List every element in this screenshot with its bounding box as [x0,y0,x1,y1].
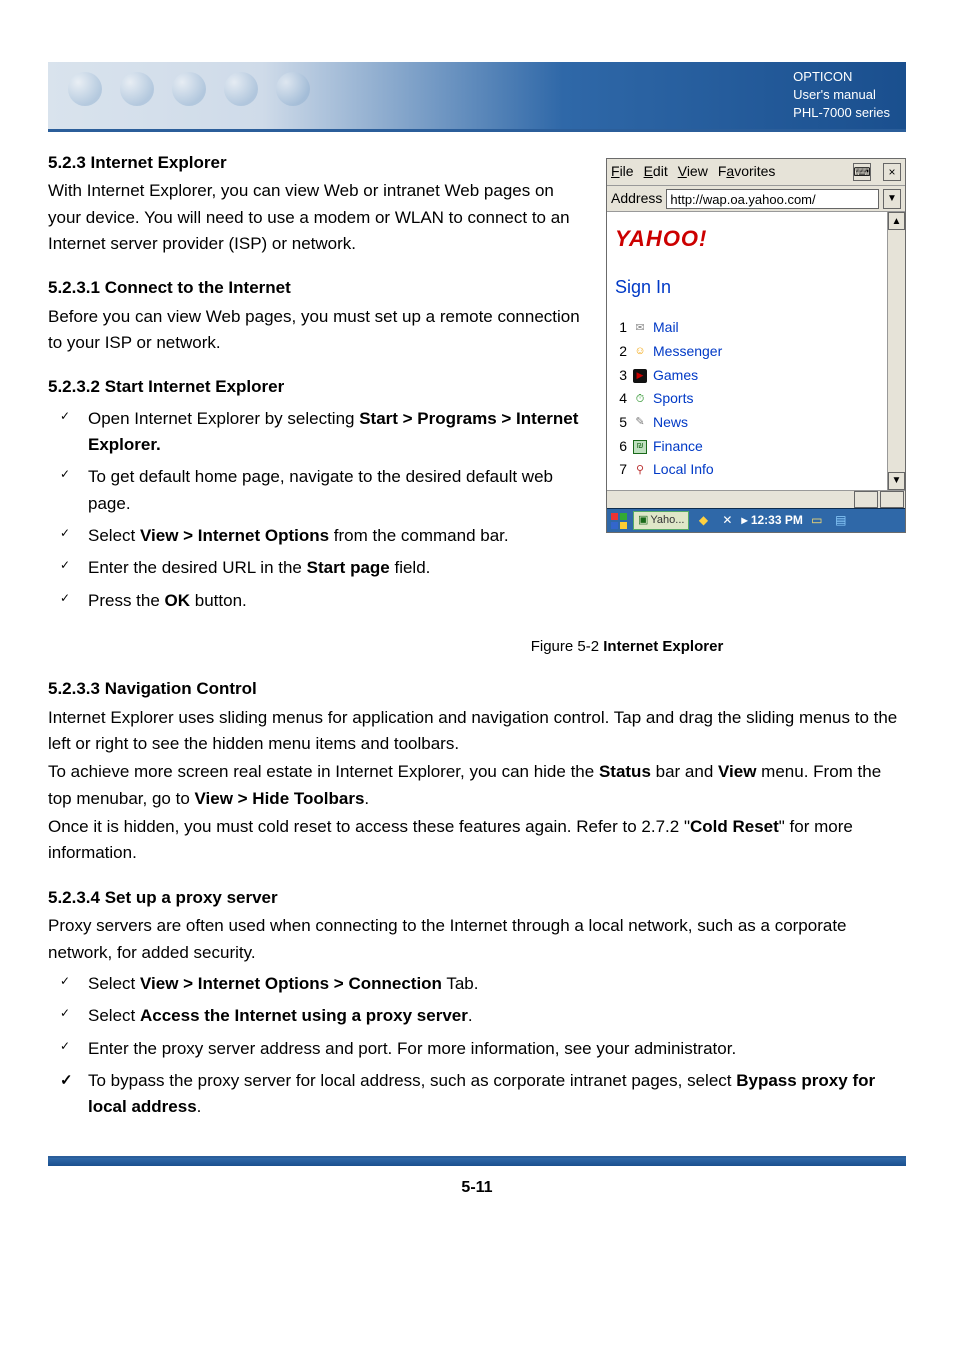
menu-file[interactable]: File [611,161,634,183]
para-5-2-3-3a: Internet Explorer uses sliding menus for… [48,705,906,758]
keyboard-icon[interactable]: ⌨ [853,163,871,181]
para-5-2-3-3b: To achieve more screen real estate in In… [48,759,906,812]
figure-caption: Figure 5-2 Internet Explorer [48,635,906,658]
menu-favorites[interactable]: Favorites [718,161,776,183]
page-number: 5-11 [48,1176,906,1201]
link-number: 1 [615,317,627,339]
brand-line3: PHL-7000 series [793,104,890,122]
list-item: Select View > Internet Options > Connect… [60,968,906,1000]
para-5-2-3-3c: Once it is hidden, you must cold reset t… [48,814,906,867]
heading-5-2-3-4: 5.2.3.4 Set up a proxy server [48,885,906,911]
link-number: 3 [615,365,627,387]
messenger-icon: ☺ [633,345,647,359]
menu-edit[interactable]: Edit [644,161,668,183]
link-label: Games [653,365,698,387]
list-item: To get default home page, navigate to th… [60,461,906,520]
menu-fav-label: vorites [734,163,775,179]
menu-view[interactable]: View [678,161,708,183]
link-label: Messenger [653,341,722,363]
list-5-2-3-4: Select View > Internet Options > Connect… [60,968,906,1124]
yahoo-link-item[interactable]: 3 ▶ Games [615,364,879,388]
menu-view-label: iew [687,163,708,179]
signin-link[interactable]: Sign In [615,274,879,302]
header-banner: OPTICON User's manual PHL-7000 series [48,62,906,132]
list-item: Enter the desired URL in the Start page … [60,552,906,584]
close-icon[interactable]: × [883,163,901,181]
list-item: Select View > Internet Options from the … [60,520,906,552]
heading-5-2-3-3: 5.2.3.3 Navigation Control [48,676,906,702]
address-input[interactable]: http://wap.oa.yahoo.com/ [666,189,879,209]
yahoo-logo: YAHOO! [615,222,879,256]
list-item: Press the OK button. [60,585,906,617]
yahoo-link-item[interactable]: 2 ☺ Messenger [615,340,879,364]
list-item: Enter the proxy server address and port.… [60,1033,906,1065]
para-5-2-3-4: Proxy servers are often used when connec… [48,913,906,966]
address-label: Address [611,188,662,210]
device-menubar: File Edit View Favorites ⌨ × [607,159,905,186]
mail-icon: ✉ [633,321,647,335]
menu-edit-label: dit [653,163,668,179]
device-addressbar: Address http://wap.oa.yahoo.com/ ▼ [607,186,905,213]
link-label: Mail [653,317,679,339]
header-brand-block: OPTICON User's manual PHL-7000 series [793,68,890,123]
list-item: Open Internet Explorer by selecting Star… [60,403,906,462]
menu-file-label: ile [620,163,634,179]
header-graphic [48,62,330,116]
brand-line1: OPTICON [793,68,890,86]
link-number: 2 [615,341,627,363]
list-item: Select Access the Internet using a proxy… [60,1000,906,1032]
yahoo-link-item[interactable]: 1 ✉ Mail [615,316,879,340]
games-icon: ▶ [633,369,647,383]
footer-band [48,1156,906,1166]
list-5-2-3-2: Open Internet Explorer by selecting Star… [60,403,906,617]
brand-line2: User's manual [793,86,890,104]
scroll-up-icon[interactable]: ▲ [888,212,905,230]
list-item: To bypass the proxy server for local add… [60,1065,906,1124]
address-dropdown-icon[interactable]: ▼ [883,189,901,209]
